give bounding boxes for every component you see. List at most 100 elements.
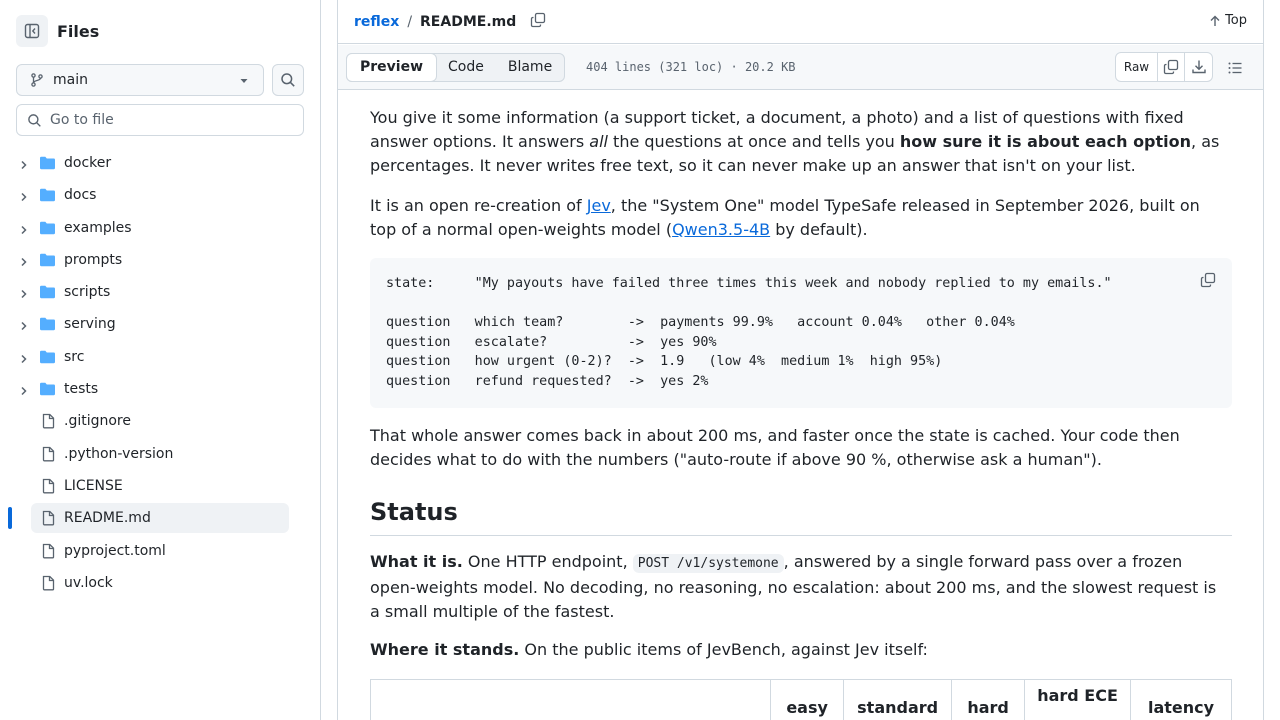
text-span: the questions at once and tells you xyxy=(607,132,900,151)
copy-code-button[interactable] xyxy=(1200,272,1216,295)
tab-blame[interactable]: Blame xyxy=(496,54,564,81)
origin-paragraph: It is an open re-creation of Jev, the "S… xyxy=(370,194,1230,242)
selected-indicator xyxy=(8,507,12,530)
top-label: Top xyxy=(1225,13,1247,28)
outline-button[interactable] xyxy=(1227,60,1243,80)
chevron-right-icon[interactable] xyxy=(19,255,29,271)
latency-paragraph: That whole answer comes back in about 20… xyxy=(370,426,1180,469)
where-it-stands-paragraph: Where it stands. On the public items of … xyxy=(370,638,1230,662)
search-files-button[interactable] xyxy=(272,64,304,96)
folder-icon xyxy=(39,349,56,369)
branch-name: main xyxy=(53,72,88,88)
tree-item-label: src xyxy=(64,348,85,365)
benchmark-table: easy standard hard hard ECE latency xyxy=(369,679,1232,720)
tree-folder-src[interactable]: src xyxy=(0,341,320,373)
tree-folder-tests[interactable]: tests xyxy=(0,373,320,405)
copy-path-button[interactable] xyxy=(530,12,546,32)
breadcrumb-repo-link[interactable]: reflex xyxy=(354,14,399,30)
collapse-sidebar-button[interactable] xyxy=(16,15,48,47)
chevron-right-icon[interactable] xyxy=(19,158,29,174)
file-icon xyxy=(41,575,56,595)
go-to-file-input[interactable] xyxy=(50,112,290,128)
tree-item-label: uv.lock xyxy=(64,574,113,591)
table-header-cell: latency xyxy=(1130,679,1232,720)
chevron-right-icon[interactable] xyxy=(19,352,29,368)
tree-folder-docs[interactable]: docs xyxy=(0,179,320,211)
table-header-row: easy standard hard hard ECE latency xyxy=(369,679,1232,720)
table-header-cell: hard xyxy=(951,679,1026,720)
tab-code[interactable]: Code xyxy=(436,54,496,81)
strong-text: how sure it is about each option xyxy=(899,132,1192,151)
copy-icon xyxy=(531,12,546,28)
top-button[interactable]: Top xyxy=(1209,13,1247,28)
file-icon xyxy=(41,446,56,466)
tree-item-label: tests xyxy=(64,381,99,398)
folder-icon xyxy=(39,381,56,401)
jev-link[interactable]: Jev xyxy=(587,196,611,215)
caret-down-icon xyxy=(240,79,248,83)
tree-item-label: .python-version xyxy=(64,445,174,462)
qwen-link[interactable]: Qwen3.5-4B xyxy=(672,220,770,239)
strong-text: What it is. xyxy=(370,552,463,571)
chevron-right-icon[interactable] xyxy=(19,319,29,335)
intro-paragraph: You give it some information (a support … xyxy=(370,106,1230,178)
emphasis-text: all xyxy=(589,132,608,151)
list-unordered-icon xyxy=(1228,62,1242,74)
tree-folder-examples[interactable]: examples xyxy=(0,212,320,244)
chevron-right-icon[interactable] xyxy=(19,223,29,239)
copy-icon xyxy=(1163,59,1179,75)
inline-code: POST /v1/systemone xyxy=(632,554,784,573)
tree-folder-serving[interactable]: serving xyxy=(0,308,320,340)
raw-button[interactable]: Raw xyxy=(1116,53,1158,81)
breadcrumb-separator: / xyxy=(407,14,413,30)
tree-file-dot-gitignore[interactable]: .gitignore xyxy=(0,405,320,437)
file-tree: docker docs examples prompts scripts serving s… xyxy=(0,147,320,599)
tree-file-dot-python-version[interactable]: .python-version xyxy=(0,438,320,470)
tree-file-uv-lock[interactable]: uv.lock xyxy=(0,567,320,599)
tree-item-label: scripts xyxy=(64,284,111,301)
tree-item-label: LICENSE xyxy=(64,477,123,494)
file-toolbar: Preview Code Blame 404 lines (321 loc) ·… xyxy=(338,45,1263,90)
tree-item-label: pyproject.toml xyxy=(64,542,166,559)
table-header-cell: standard xyxy=(843,679,953,720)
arrow-up-icon xyxy=(1210,15,1220,26)
tree-item-label: prompts xyxy=(64,251,123,268)
chevron-right-icon[interactable] xyxy=(19,287,29,303)
file-icon xyxy=(41,543,56,563)
tree-item-label: docs xyxy=(64,187,97,204)
sidebar-collapse-icon xyxy=(24,23,40,39)
tree-item-label: docker xyxy=(64,155,112,171)
go-to-file-box[interactable] xyxy=(16,104,304,136)
search-icon xyxy=(28,113,41,127)
file-icon xyxy=(41,510,56,530)
text-span: It is an open re-creation of xyxy=(370,196,587,215)
table-header-cell: hard ECE xyxy=(1024,679,1131,720)
file-tree-sidebar: Files main docker docs examples prompts scri… xyxy=(0,0,321,720)
folder-icon xyxy=(39,155,56,175)
tree-file-README-md[interactable]: README.md xyxy=(0,502,320,534)
tree-folder-docker[interactable]: docker xyxy=(0,147,320,179)
folder-icon xyxy=(39,316,56,336)
tree-file-LICENSE[interactable]: LICENSE xyxy=(0,470,320,502)
folder-icon xyxy=(39,284,56,304)
breadcrumb: reflex / README.md xyxy=(354,12,546,32)
file-icon xyxy=(41,478,56,498)
chevron-right-icon[interactable] xyxy=(19,384,29,400)
folder-icon xyxy=(39,220,56,240)
copy-raw-button[interactable] xyxy=(1158,53,1185,81)
tree-folder-prompts[interactable]: prompts xyxy=(0,244,320,276)
view-mode-tabs: Preview Code Blame xyxy=(346,53,566,82)
download-icon xyxy=(1191,60,1206,74)
text-span: One HTTP endpoint, xyxy=(462,552,633,571)
tree-item-label: .gitignore xyxy=(64,413,131,430)
chevron-right-icon[interactable] xyxy=(19,190,29,206)
folder-icon xyxy=(39,187,56,207)
tree-folder-scripts[interactable]: scripts xyxy=(0,276,320,308)
branch-selector-button[interactable]: main xyxy=(16,64,264,96)
tab-preview[interactable]: Preview xyxy=(346,53,438,82)
sidebar-header: Files xyxy=(16,15,99,47)
download-button[interactable] xyxy=(1185,53,1212,81)
status-heading: Status xyxy=(370,494,1232,536)
tree-item-label: README.md xyxy=(64,510,151,527)
tree-file-pyproject-toml[interactable]: pyproject.toml xyxy=(0,535,320,567)
